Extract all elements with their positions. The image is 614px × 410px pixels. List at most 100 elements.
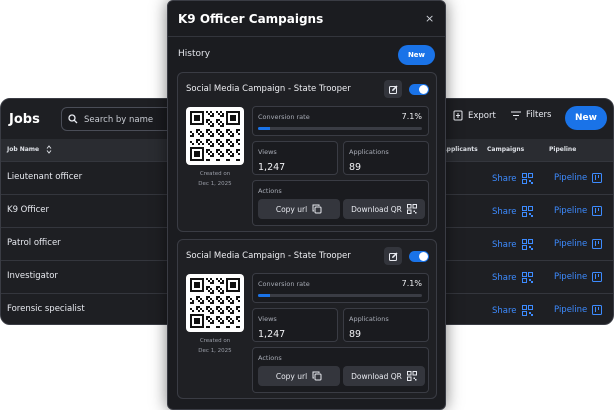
- new-campaign-button[interactable]: New: [398, 45, 435, 65]
- qr-icon: [521, 239, 533, 250]
- views-value: 1,247: [258, 162, 286, 173]
- pipeline-label: Pipeline: [554, 173, 588, 183]
- applications-value: 89: [349, 162, 362, 173]
- copy-url-label: Copy url: [275, 371, 308, 381]
- conversion-bar: [258, 127, 422, 130]
- applications-value: 89: [349, 329, 362, 340]
- campaign-toggle[interactable]: [409, 251, 429, 262]
- filters-button[interactable]: Filters: [511, 110, 551, 120]
- actions-box: Actions Copy url Download QR: [252, 347, 429, 393]
- qr-icon: [406, 371, 417, 381]
- qr-icon: [521, 272, 533, 283]
- pipeline-label: Pipeline: [554, 206, 588, 216]
- kanban-icon: [592, 173, 603, 183]
- download-qr-button[interactable]: Download QR: [343, 199, 425, 219]
- export-button[interactable]: Export: [453, 110, 496, 121]
- col-pipeline: Pipeline: [549, 146, 577, 153]
- filter-icon: [511, 111, 521, 119]
- divider: [168, 36, 445, 37]
- qr-container: [186, 107, 244, 165]
- qr-container: [186, 274, 244, 332]
- job-name: K9 Officer: [7, 205, 49, 215]
- close-icon[interactable]: ×: [425, 12, 434, 25]
- job-name: Investigator: [7, 271, 58, 281]
- pipeline-label: Pipeline: [554, 272, 588, 282]
- download-qr-label: Download QR: [351, 204, 402, 214]
- pipeline-link[interactable]: Pipeline: [554, 239, 603, 249]
- col-applicants: Applicants: [442, 146, 478, 153]
- share-link[interactable]: Share: [492, 305, 533, 316]
- download-qr-button[interactable]: Download QR: [343, 366, 425, 386]
- edit-icon: [388, 252, 397, 261]
- created-date: Dec 1, 2025: [198, 348, 232, 354]
- copy-url-button[interactable]: Copy url: [258, 199, 340, 219]
- applications-box: Applications 89: [343, 141, 429, 175]
- search-icon: [68, 114, 78, 124]
- copy-icon: [312, 371, 322, 381]
- edit-button[interactable]: [384, 80, 402, 98]
- created-info: Created on Dec 1, 2025: [186, 169, 244, 189]
- download-qr-label: Download QR: [351, 371, 402, 381]
- qr-code: [190, 278, 240, 328]
- modal-title: K9 Officer Campaigns: [178, 12, 324, 26]
- copy-icon: [312, 204, 322, 214]
- new-job-button[interactable]: New: [565, 106, 607, 130]
- views-label: Views: [258, 315, 277, 323]
- sort-icon[interactable]: [46, 145, 52, 154]
- campaign-title: Social Media Campaign - State Trooper: [186, 84, 351, 94]
- export-icon: [453, 110, 463, 121]
- search-box[interactable]: [61, 107, 181, 131]
- applications-label: Applications: [349, 315, 389, 323]
- kanban-icon: [592, 239, 603, 249]
- col-job-name[interactable]: Job Name: [7, 146, 39, 153]
- campaign-toggle[interactable]: [409, 84, 429, 95]
- applications-box: Applications 89: [343, 308, 429, 342]
- conversion-bar-fill: [258, 294, 270, 297]
- views-box: Views 1,247: [252, 141, 338, 175]
- views-label: Views: [258, 148, 277, 156]
- campaign-title: Social Media Campaign - State Trooper: [186, 251, 351, 261]
- conversion-box: Conversion rate 7.1%: [252, 106, 429, 136]
- kanban-icon: [592, 206, 603, 216]
- copy-url-button[interactable]: Copy url: [258, 366, 340, 386]
- col-campaigns: Campaigns: [487, 146, 525, 153]
- qr-code: [190, 111, 240, 161]
- pipeline-link[interactable]: Pipeline: [554, 173, 603, 183]
- job-name: Patrol officer: [7, 238, 61, 248]
- share-link[interactable]: Share: [492, 173, 533, 184]
- qr-icon: [521, 305, 533, 316]
- share-link[interactable]: Share: [492, 239, 533, 250]
- kanban-icon: [592, 305, 603, 315]
- copy-url-label: Copy url: [275, 204, 308, 214]
- applications-label: Applications: [349, 148, 389, 156]
- kanban-icon: [592, 272, 603, 282]
- conversion-label: Conversion rate: [258, 113, 310, 121]
- pipeline-label: Pipeline: [554, 239, 588, 249]
- conversion-box: Conversion rate 7.1%: [252, 273, 429, 303]
- created-info: Created on Dec 1, 2025: [186, 336, 244, 356]
- views-value: 1,247: [258, 329, 286, 340]
- actions-label: Actions: [258, 187, 282, 195]
- created-label: Created on: [199, 338, 231, 344]
- conversion-bar-fill: [258, 127, 270, 130]
- export-label: Export: [468, 110, 496, 121]
- share-link[interactable]: Share: [492, 206, 533, 217]
- share-link[interactable]: Share: [492, 272, 533, 283]
- pipeline-link[interactable]: Pipeline: [554, 272, 603, 282]
- qr-icon: [521, 173, 533, 184]
- edit-button[interactable]: [384, 247, 402, 265]
- conversion-value: 7.1%: [401, 279, 422, 288]
- pipeline-link[interactable]: Pipeline: [554, 305, 603, 315]
- views-box: Views 1,247: [252, 308, 338, 342]
- conversion-value: 7.1%: [401, 112, 422, 121]
- campaign-card: Social Media Campaign - State Trooper Cre…: [177, 239, 437, 399]
- qr-icon: [521, 206, 533, 217]
- job-name: Forensic specialist: [7, 304, 85, 314]
- edit-icon: [388, 85, 397, 94]
- job-name: Lieutenant officer: [7, 172, 83, 182]
- share-label: Share: [492, 272, 517, 283]
- share-label: Share: [492, 239, 517, 250]
- pipeline-label: Pipeline: [554, 305, 588, 315]
- pipeline-link[interactable]: Pipeline: [554, 206, 603, 216]
- campaigns-modal: K9 Officer Campaigns × History New Socia…: [167, 0, 446, 410]
